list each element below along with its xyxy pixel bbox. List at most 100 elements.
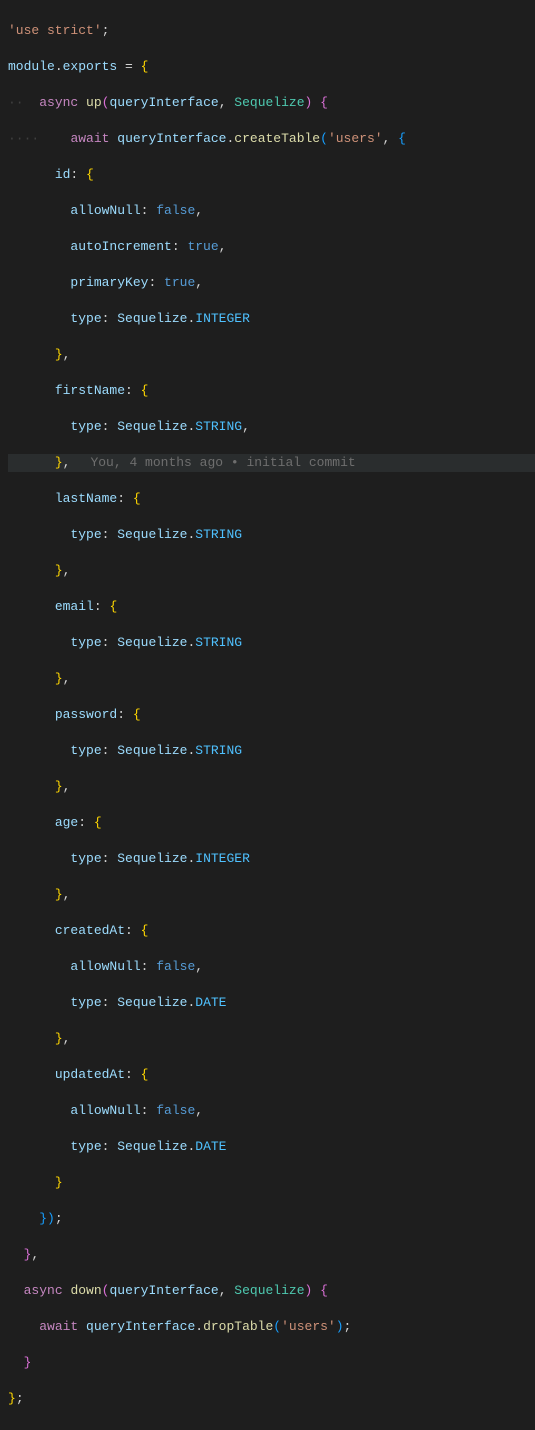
method-name: down bbox=[70, 1283, 101, 1298]
identifier: Sequelize bbox=[117, 995, 187, 1010]
code-line[interactable]: type: Sequelize.DATE bbox=[8, 994, 535, 1012]
identifier: queryInterface bbox=[117, 131, 226, 146]
property: type bbox=[70, 419, 101, 434]
property: type bbox=[70, 527, 101, 542]
property: allowNull bbox=[70, 203, 140, 218]
method-name: dropTable bbox=[203, 1319, 273, 1334]
identifier: exports bbox=[63, 59, 118, 74]
param: Sequelize bbox=[234, 1283, 304, 1298]
code-line[interactable]: type: Sequelize.STRING bbox=[8, 634, 535, 652]
param: Sequelize bbox=[234, 95, 304, 110]
property: lastName bbox=[55, 491, 117, 506]
code-line[interactable]: 'use strict'; bbox=[8, 22, 535, 40]
code-line[interactable]: await queryInterface.dropTable('users'); bbox=[8, 1318, 535, 1336]
property: type bbox=[70, 1139, 101, 1154]
property: allowNull bbox=[70, 1103, 140, 1118]
code-line[interactable]: allowNull: false, bbox=[8, 958, 535, 976]
code-line[interactable]: firstName: { bbox=[8, 382, 535, 400]
code-line[interactable]: allowNull: false, bbox=[8, 202, 535, 220]
property: type bbox=[70, 743, 101, 758]
string-literal: 'use strict' bbox=[8, 23, 102, 38]
constant: INTEGER bbox=[195, 311, 250, 326]
keyword: await bbox=[39, 1319, 78, 1334]
code-line[interactable]: type: Sequelize.STRING bbox=[8, 526, 535, 544]
property: primaryKey bbox=[70, 275, 148, 290]
code-line[interactable]: type: Sequelize.INTEGER bbox=[8, 850, 535, 868]
code-line[interactable]: autoIncrement: true, bbox=[8, 238, 535, 256]
identifier: Sequelize bbox=[117, 527, 187, 542]
property: autoIncrement bbox=[70, 239, 171, 254]
constant: STRING bbox=[195, 527, 242, 542]
property: email bbox=[55, 599, 94, 614]
identifier: module bbox=[8, 59, 55, 74]
code-line[interactable]: type: Sequelize.STRING bbox=[8, 742, 535, 760]
property: type bbox=[70, 635, 101, 650]
keyword: async bbox=[24, 1283, 63, 1298]
code-line[interactable]: }); bbox=[8, 1210, 535, 1228]
string-literal: 'users' bbox=[328, 131, 383, 146]
code-line[interactable]: allowNull: false, bbox=[8, 1102, 535, 1120]
property: type bbox=[70, 995, 101, 1010]
code-line[interactable]: age: { bbox=[8, 814, 535, 832]
string-literal: 'users' bbox=[281, 1319, 336, 1334]
constant: STRING bbox=[195, 419, 242, 434]
property: password bbox=[55, 707, 117, 722]
boolean: true bbox=[164, 275, 195, 290]
code-line[interactable]: updatedAt: { bbox=[8, 1066, 535, 1084]
code-line-current[interactable]: },You, 4 months ago • initial commit bbox=[8, 454, 535, 472]
code-line[interactable]: }, bbox=[8, 1030, 535, 1048]
property: age bbox=[55, 815, 78, 830]
identifier: Sequelize bbox=[117, 743, 187, 758]
boolean: false bbox=[156, 1103, 195, 1118]
code-line[interactable]: }, bbox=[8, 886, 535, 904]
code-line[interactable]: id: { bbox=[8, 166, 535, 184]
code-line[interactable]: type: Sequelize.DATE bbox=[8, 1138, 535, 1156]
code-line[interactable]: type: Sequelize.INTEGER bbox=[8, 310, 535, 328]
git-blame-annotation: You, 4 months ago • initial commit bbox=[90, 455, 355, 470]
code-line[interactable]: email: { bbox=[8, 598, 535, 616]
code-line[interactable]: }; bbox=[8, 1390, 535, 1408]
code-line[interactable]: createdAt: { bbox=[8, 922, 535, 940]
code-line[interactable]: }, bbox=[8, 346, 535, 364]
constant: INTEGER bbox=[195, 851, 250, 866]
identifier: Sequelize bbox=[117, 419, 187, 434]
code-line[interactable]: ···· await queryInterface.createTable('u… bbox=[8, 130, 535, 148]
code-line[interactable]: lastName: { bbox=[8, 490, 535, 508]
property: createdAt bbox=[55, 923, 125, 938]
code-editor[interactable]: 'use strict'; module.exports = { ·· asyn… bbox=[0, 0, 535, 1430]
code-line[interactable]: async down(queryInterface, Sequelize) { bbox=[8, 1282, 535, 1300]
code-line[interactable]: password: { bbox=[8, 706, 535, 724]
property: firstName bbox=[55, 383, 125, 398]
constant: DATE bbox=[195, 1139, 226, 1154]
identifier: Sequelize bbox=[117, 851, 187, 866]
code-line[interactable]: }, bbox=[8, 778, 535, 796]
code-line[interactable]: }, bbox=[8, 562, 535, 580]
param: queryInterface bbox=[109, 95, 218, 110]
property: allowNull bbox=[70, 959, 140, 974]
code-line[interactable]: module.exports = { bbox=[8, 58, 535, 76]
boolean: false bbox=[156, 959, 195, 974]
constant: STRING bbox=[195, 635, 242, 650]
method-name: createTable bbox=[234, 131, 320, 146]
constant: STRING bbox=[195, 743, 242, 758]
identifier: Sequelize bbox=[117, 311, 187, 326]
boolean: true bbox=[187, 239, 218, 254]
boolean: false bbox=[156, 203, 195, 218]
code-line[interactable]: type: Sequelize.STRING, bbox=[8, 418, 535, 436]
code-line[interactable]: } bbox=[8, 1174, 535, 1192]
constant: DATE bbox=[195, 995, 226, 1010]
identifier: Sequelize bbox=[117, 635, 187, 650]
code-line[interactable]: }, bbox=[8, 670, 535, 688]
identifier: queryInterface bbox=[86, 1319, 195, 1334]
keyword: await bbox=[70, 131, 109, 146]
param: queryInterface bbox=[109, 1283, 218, 1298]
code-line[interactable]: ·· async up(queryInterface, Sequelize) { bbox=[8, 94, 535, 112]
keyword: async bbox=[39, 95, 78, 110]
property: id bbox=[55, 167, 71, 182]
code-line[interactable]: } bbox=[8, 1354, 535, 1372]
code-line[interactable]: }, bbox=[8, 1246, 535, 1264]
code-line[interactable]: primaryKey: true, bbox=[8, 274, 535, 292]
property: updatedAt bbox=[55, 1067, 125, 1082]
property: type bbox=[70, 311, 101, 326]
identifier: Sequelize bbox=[117, 1139, 187, 1154]
